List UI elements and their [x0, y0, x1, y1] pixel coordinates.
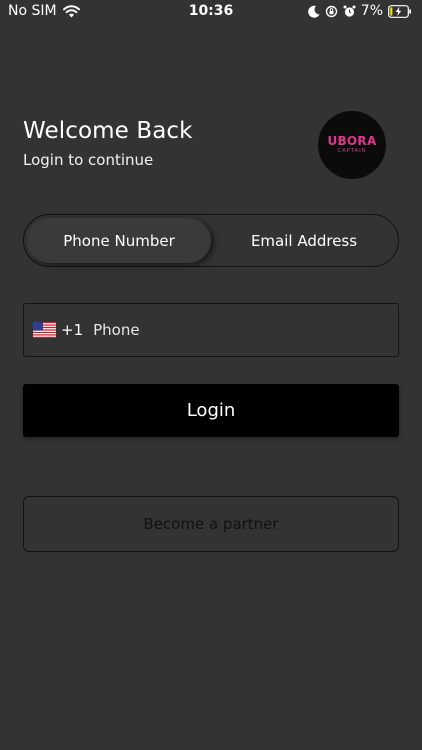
become-partner-button[interactable]: Become a partner: [23, 496, 399, 552]
login-method-toggle: Phone Number Email Address: [23, 214, 399, 267]
tab-phone-number[interactable]: Phone Number: [27, 218, 211, 263]
country-dial-code[interactable]: +1: [61, 321, 83, 339]
tab-email-address[interactable]: Email Address: [213, 218, 395, 263]
orientation-lock-icon: [325, 5, 338, 18]
moon-icon: [307, 5, 320, 18]
login-screen: No SIM 10:36 7% Welcome Back Login to co…: [0, 0, 422, 750]
alarm-icon: [343, 5, 356, 18]
login-button[interactable]: Login: [23, 384, 399, 437]
brand-logo: UBORA CAPTAIN: [318, 111, 386, 179]
phone-input[interactable]: [93, 310, 398, 350]
logo-wordmark: UBORA: [327, 134, 377, 148]
status-bar: No SIM 10:36 7%: [0, 0, 422, 24]
us-flag-icon[interactable]: [33, 322, 56, 338]
page-title: Welcome Back: [23, 118, 193, 144]
battery-charging-icon: [388, 4, 412, 18]
battery-percent: 7%: [360, 3, 383, 19]
logo-tagline: CAPTAIN: [337, 148, 367, 154]
page-subtitle: Login to continue: [23, 151, 154, 169]
phone-field[interactable]: +1: [23, 303, 399, 357]
